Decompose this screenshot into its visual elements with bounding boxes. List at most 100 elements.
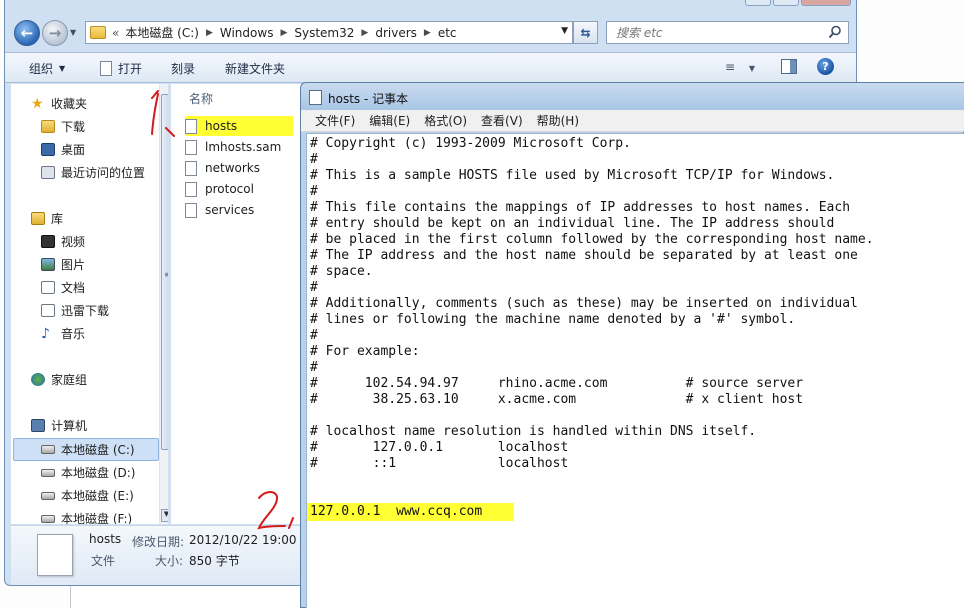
nav-item-label: 文档 (61, 281, 86, 295)
menu-help[interactable]: 帮助(H) (537, 112, 579, 129)
back-arrow-icon: ← (20, 24, 34, 42)
nav-item-drive-d[interactable]: 本地磁盘 (D:) (41, 462, 168, 483)
desktop-icon (41, 143, 55, 156)
new-folder-button[interactable]: 新建文件夹 (225, 60, 285, 77)
recent-places-icon (41, 166, 55, 179)
nav-item-recent[interactable]: 最近访问的位置 (41, 162, 168, 183)
folder-icon (90, 26, 106, 39)
address-bar[interactable]: « 本地磁盘 (C:) ▶ Windows ▶ System32 ▶ drive… (85, 21, 573, 44)
chevron-down-icon: ▼ (59, 64, 66, 73)
added-hosts-entry[interactable]: 127.0.0.1 www.ccq.com (310, 504, 482, 520)
nav-item-homegroup[interactable]: 家庭组 (31, 369, 168, 390)
organize-button[interactable]: 组织 ▼ (29, 60, 65, 77)
file-item-protocol[interactable]: protocol (185, 179, 254, 199)
nav-item-drive-c[interactable]: 本地磁盘 (C:) (41, 439, 168, 460)
search-input[interactable] (616, 25, 821, 40)
burn-button[interactable]: 刻录 (171, 60, 195, 77)
breadcrumb-separator-icon[interactable]: ▶ (361, 28, 368, 38)
file-item-hosts[interactable]: hosts (185, 116, 294, 136)
nav-item-drive-e[interactable]: 本地磁盘 (E:) (41, 485, 168, 506)
homegroup-icon (31, 373, 45, 386)
scroll-down-button[interactable]: ▼ (161, 509, 168, 522)
picture-icon (41, 258, 55, 271)
music-icon: ♪ (41, 325, 50, 342)
notepad-title: hosts - 记事本 (328, 92, 409, 106)
new-folder-label: 新建文件夹 (225, 62, 286, 76)
details-date-label: 修改日期: (132, 535, 185, 549)
nav-item-drive-f[interactable]: 本地磁盘 (F:) (41, 508, 168, 524)
nav-item-label: 本地磁盘 (F:) (61, 512, 133, 524)
breadcrumb-separator-icon[interactable]: ▶ (206, 28, 213, 38)
file-item-lmhosts[interactable]: lmhosts.sam (185, 137, 281, 157)
breadcrumb-separator-icon[interactable]: ▶ (280, 28, 287, 38)
recent-pages-dropdown[interactable]: ▼ (70, 28, 76, 37)
menu-edit[interactable]: 编辑(E) (369, 112, 410, 129)
video-icon (41, 235, 55, 248)
notepad-text-area[interactable]: # Copyright (c) 1993-2009 Microsoft Corp… (306, 133, 964, 608)
view-list-icon: ≡ (725, 60, 736, 74)
breadcrumb-item[interactable]: Windows (220, 26, 274, 40)
back-button[interactable]: ← (14, 20, 40, 46)
file-icon (185, 181, 197, 197)
drive-icon (41, 514, 55, 523)
command-bar: 组织 ▼ 打开 刻录 新建文件夹 ≡ ▼ ? (5, 52, 856, 83)
preview-pane-icon[interactable] (781, 59, 797, 74)
file-item-networks[interactable]: networks (185, 158, 260, 178)
nav-item-thunder[interactable]: 迅雷下载 (41, 300, 168, 321)
help-icon[interactable]: ? (817, 58, 834, 75)
maximize-button[interactable] (773, 0, 799, 6)
nav-item-label: 音乐 (61, 327, 86, 341)
search-box[interactable] (606, 21, 849, 44)
breadcrumb-overflow[interactable]: « (112, 26, 119, 40)
address-dropdown-icon[interactable]: ▼ (561, 26, 568, 36)
nav-item-documents[interactable]: 文档 (41, 277, 168, 298)
open-button[interactable]: 打开 (100, 60, 142, 77)
column-header-name[interactable]: 名称 (189, 90, 213, 107)
menu-file[interactable]: 文件(F) (315, 112, 355, 129)
file-large-icon (37, 534, 73, 576)
nav-scrollbar[interactable]: ≡ ▼ (159, 84, 168, 524)
notepad-menubar: 文件(F) 编辑(E) 格式(O) 查看(V) 帮助(H) (301, 110, 964, 132)
notepad-titlebar[interactable]: hosts - 记事本 (301, 83, 964, 110)
close-button[interactable] (801, 0, 851, 6)
breadcrumb-item[interactable]: etc (438, 26, 457, 40)
file-item-services[interactable]: services (185, 200, 254, 220)
grip-icon: ≡ (164, 270, 168, 279)
nav-item-music[interactable]: ♪ 音乐 (41, 323, 168, 344)
library-icon (31, 212, 45, 225)
navigation-pane: ★ 收藏夹 下载 桌面 最近访问的位置 库 视频 图片 文档 迅雷下载 ♪ 音乐… (11, 84, 169, 524)
nav-item-videos[interactable]: 视频 (41, 231, 168, 252)
nav-item-label: 下载 (61, 120, 86, 134)
hosts-file-content[interactable]: # Copyright (c) 1993-2009 Microsoft Corp… (310, 136, 874, 472)
refresh-button[interactable]: ⇆ (573, 21, 598, 44)
nav-item-pictures[interactable]: 图片 (41, 254, 168, 275)
breadcrumb-item[interactable]: System32 (294, 26, 354, 40)
nav-item-libraries[interactable]: 库 (31, 208, 168, 229)
file-name: services (205, 203, 255, 217)
forward-button[interactable]: → (42, 20, 68, 46)
nav-item-label: 库 (51, 212, 64, 226)
system-drive-icon (41, 445, 55, 454)
file-name: lmhosts.sam (205, 140, 282, 154)
burn-label: 刻录 (171, 62, 196, 76)
document-icon (41, 281, 55, 294)
desktop-screen: ← → ▼ « 本地磁盘 (C:) ▶ Windows ▶ System32 ▶… (0, 0, 964, 608)
download-folder-icon (41, 120, 55, 133)
drive-icon (41, 491, 55, 500)
download-icon (41, 304, 55, 317)
forward-arrow-icon: → (48, 24, 62, 42)
nav-item-label: 收藏夹 (51, 97, 88, 111)
search-icon[interactable] (828, 25, 842, 39)
menu-format[interactable]: 格式(O) (424, 112, 467, 129)
nav-item-computer[interactable]: 计算机 (31, 415, 168, 436)
change-view-button[interactable]: ≡ ▼ (725, 60, 755, 74)
details-size-label: 大小: (155, 554, 184, 568)
breadcrumb-item[interactable]: drivers (375, 26, 417, 40)
menu-view[interactable]: 查看(V) (481, 112, 523, 129)
notepad-icon (309, 90, 322, 105)
breadcrumb-item[interactable]: 本地磁盘 (C:) (125, 24, 199, 41)
chevron-down-icon: ▼ (748, 64, 756, 73)
minimize-button[interactable] (745, 0, 771, 6)
address-row: ← → ▼ « 本地磁盘 (C:) ▶ Windows ▶ System32 ▶… (5, 14, 856, 50)
breadcrumb-separator-icon[interactable]: ▶ (424, 28, 431, 38)
